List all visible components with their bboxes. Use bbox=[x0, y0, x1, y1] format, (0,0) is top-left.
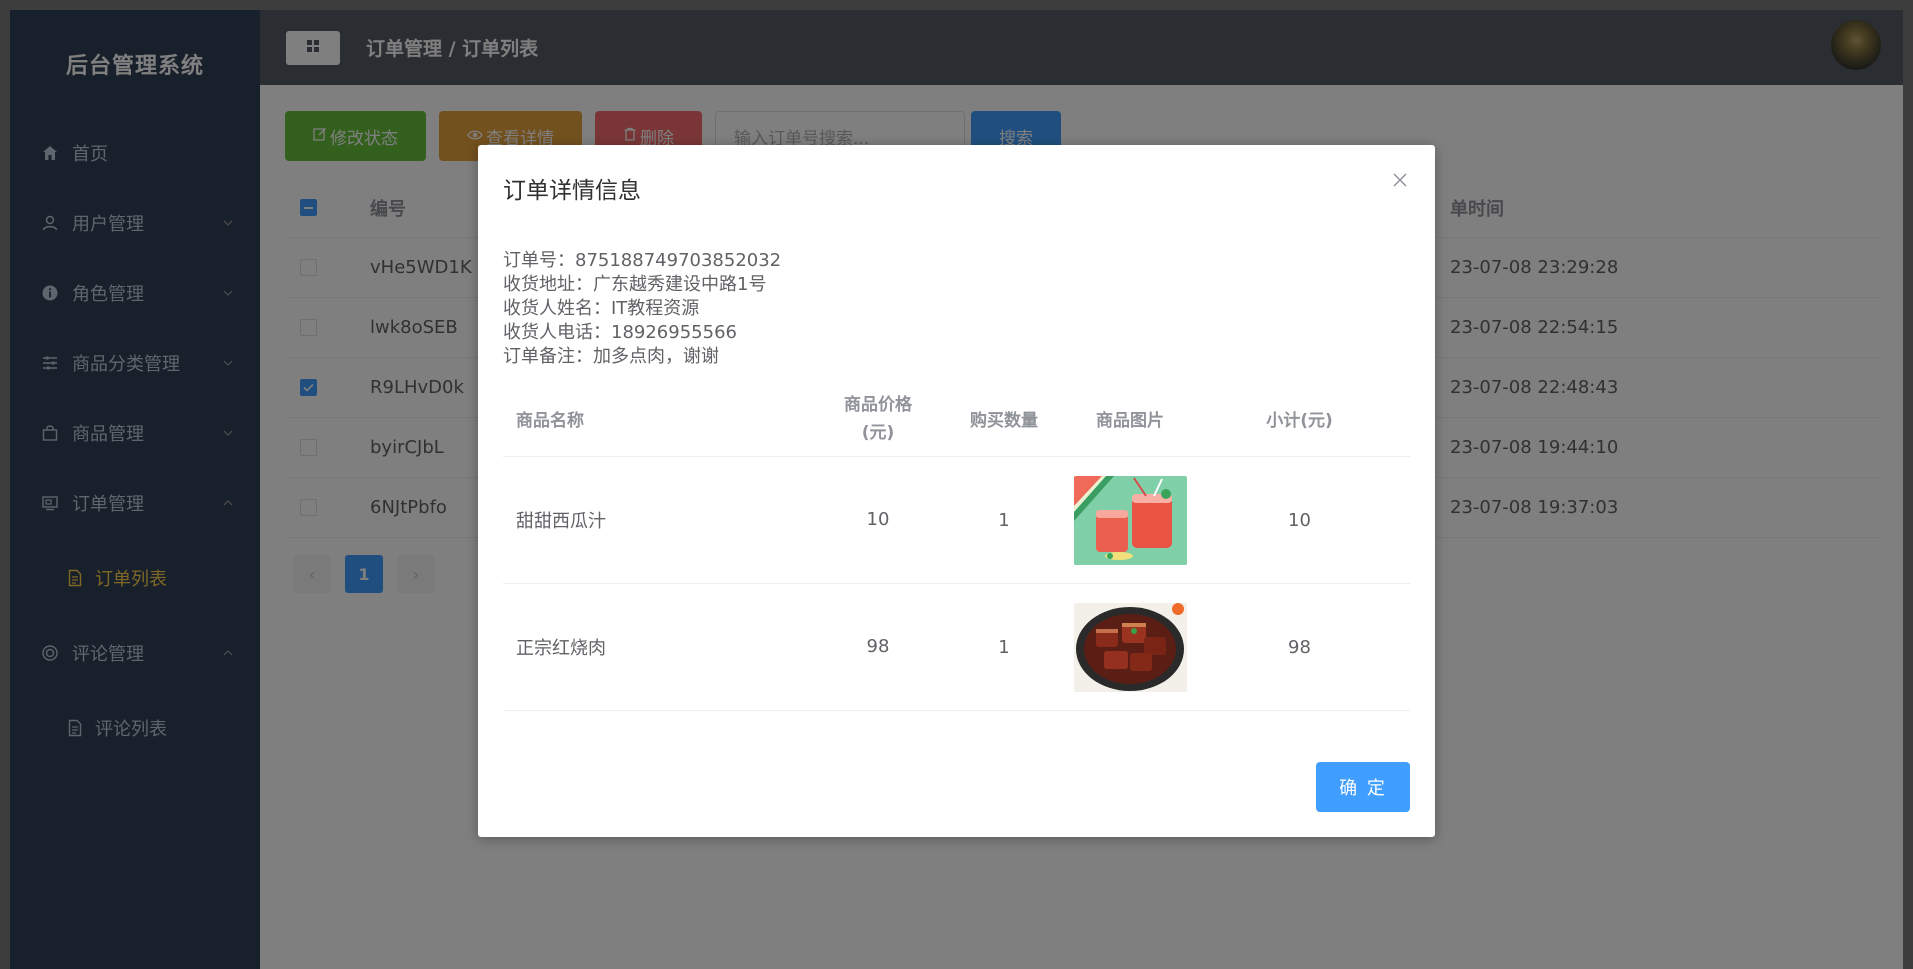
order-remark: 订单备注：加多点肉，谢谢 bbox=[503, 346, 719, 367]
item-image-cell bbox=[1071, 602, 1189, 692]
column-header-qty: 购买数量 bbox=[970, 411, 1038, 431]
shipping-address: 收货地址：广东越秀建设中路1号 bbox=[503, 274, 767, 295]
table-row: 甜甜西瓜汁 10 1 10 bbox=[503, 457, 1410, 584]
receiver-phone: 收货人电话：18926955566 bbox=[503, 322, 737, 343]
price-header-line2: (元) bbox=[861, 422, 895, 443]
confirm-button[interactable]: 确 定 bbox=[1316, 762, 1410, 812]
order-number: 订单号：875188749703852032 bbox=[503, 250, 782, 271]
order-items-table: 商品名称 商品价格 (元) 购买数量 商品图片 小计(元) 甜甜西瓜汁 10 1 bbox=[503, 381, 1410, 711]
column-header-subtotal: 小计(元) bbox=[1266, 411, 1333, 431]
close-icon[interactable] bbox=[1391, 171, 1409, 189]
column-header-image: 商品图片 bbox=[1096, 411, 1164, 431]
item-qty: 1 bbox=[998, 636, 1010, 658]
braised-pork-image bbox=[1073, 602, 1187, 692]
item-qty: 1 bbox=[998, 509, 1010, 531]
item-name: 甜甜西瓜汁 bbox=[516, 511, 606, 532]
column-header-price: 商品价格 (元) bbox=[819, 391, 937, 447]
order-detail-dialog: 订单详情信息 订单号：875188749703852032 收货地址：广东越秀建… bbox=[478, 145, 1435, 837]
item-image-cell bbox=[1071, 475, 1189, 565]
order-info: 订单号：875188749703852032 收货地址：广东越秀建设中路1号 收… bbox=[503, 249, 781, 369]
item-name: 正宗红烧肉 bbox=[516, 638, 606, 659]
dialog-title: 订单详情信息 bbox=[503, 178, 641, 204]
watermelon-juice-image bbox=[1073, 475, 1187, 565]
price-header-line1: 商品价格 bbox=[844, 394, 912, 415]
column-header-name: 商品名称 bbox=[516, 411, 584, 431]
receiver-name: 收货人姓名：IT教程资源 bbox=[503, 298, 700, 319]
item-subtotal: 98 bbox=[1288, 636, 1311, 658]
items-table-header: 商品名称 商品价格 (元) 购买数量 商品图片 小计(元) bbox=[503, 381, 1410, 457]
table-row: 正宗红烧肉 98 1 98 bbox=[503, 584, 1410, 711]
item-price: 98 bbox=[866, 636, 890, 657]
item-subtotal: 10 bbox=[1288, 509, 1311, 531]
item-price: 10 bbox=[866, 509, 890, 530]
